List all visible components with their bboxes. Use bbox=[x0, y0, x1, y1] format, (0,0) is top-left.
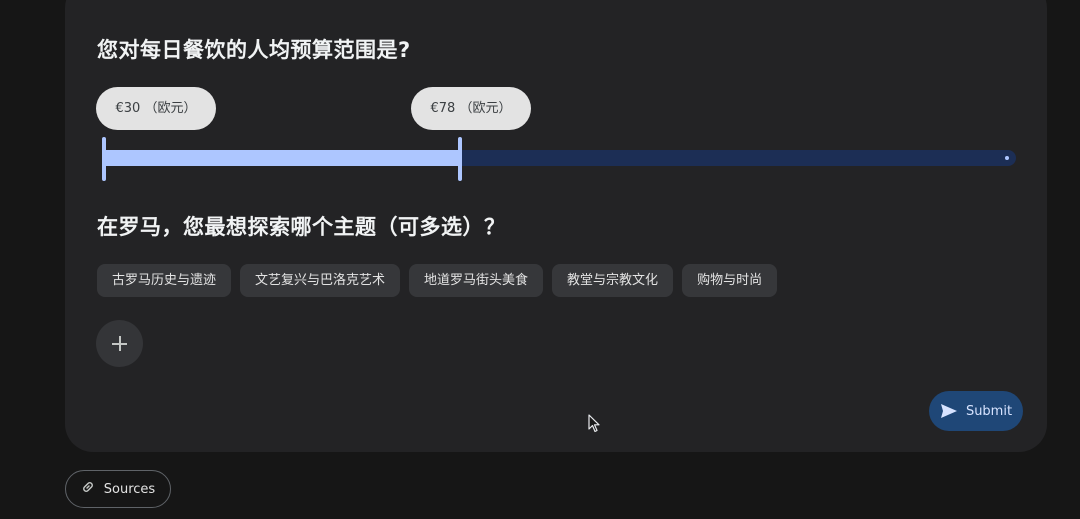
range-min-value-bubble: €30 （欧元） bbox=[96, 87, 216, 130]
submit-label: Submit bbox=[965, 403, 1013, 419]
topic-chip-street-food[interactable]: 地道罗马街头美食 bbox=[409, 264, 544, 297]
topic-chip-ancient-rome[interactable]: 古罗马历史与遗迹 bbox=[97, 264, 232, 297]
topic-chip-shopping-fashion[interactable]: 购物与时尚 bbox=[682, 264, 778, 297]
range-max-handle[interactable] bbox=[457, 137, 462, 181]
budget-question-title: 您对每日餐饮的人均预算范围是? bbox=[97, 38, 411, 62]
topics-question-title: 在罗马，您最想探索哪个主题（可多选）？ bbox=[97, 215, 506, 239]
range-max-value-bubble: €78 （欧元） bbox=[411, 87, 531, 130]
topic-chip-churches-religion[interactable]: 教堂与宗教文化 bbox=[552, 264, 674, 297]
budget-range-selected-fill bbox=[104, 150, 460, 166]
sources-label: Sources bbox=[103, 481, 156, 497]
topic-chip-renaissance-baroque[interactable]: 文艺复兴与巴洛克艺术 bbox=[240, 264, 401, 297]
link-icon bbox=[81, 480, 95, 498]
mouse-cursor-icon bbox=[588, 414, 600, 437]
submit-button[interactable]: Submit bbox=[929, 391, 1023, 431]
send-icon bbox=[940, 403, 958, 419]
track-end-dot bbox=[1005, 156, 1009, 160]
add-topic-button[interactable] bbox=[96, 320, 143, 367]
sources-button[interactable]: Sources bbox=[65, 470, 171, 508]
topic-chip-group: 古罗马历史与遗迹 文艺复兴与巴洛克艺术 地道罗马街头美食 教堂与宗教文化 购物与… bbox=[97, 264, 778, 297]
range-min-handle[interactable] bbox=[102, 137, 106, 181]
